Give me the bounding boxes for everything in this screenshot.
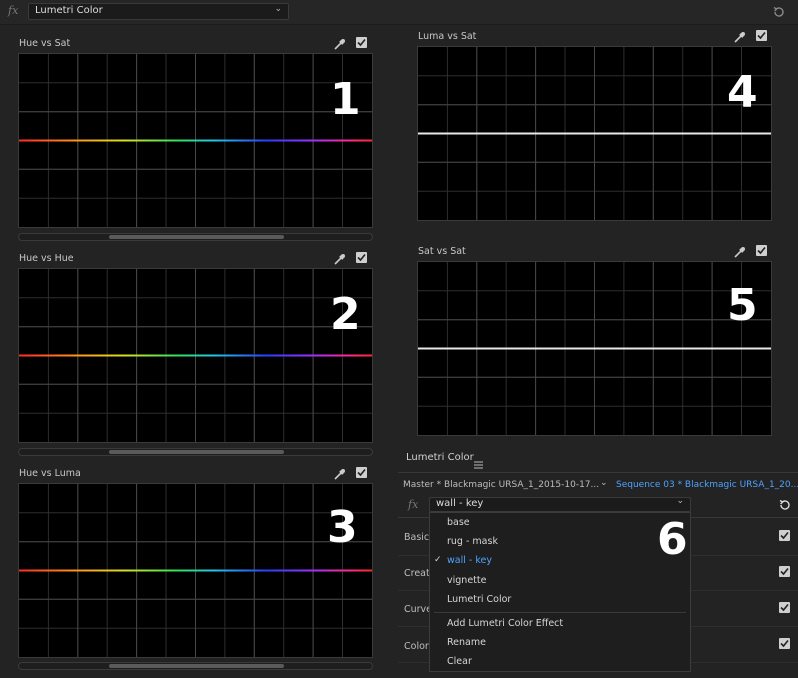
- section-curves-label[interactable]: Curve: [404, 604, 432, 615]
- luma-vs-sat-graph[interactable]: 4: [417, 46, 772, 221]
- chevron-down-icon[interactable]: ⌄: [600, 478, 608, 488]
- menu-separator: [434, 612, 686, 613]
- effect-select[interactable]: Lumetri Color ⌄: [28, 3, 289, 20]
- menu-item-base[interactable]: base: [447, 517, 470, 528]
- eyedropper-icon[interactable]: [333, 466, 346, 480]
- hue-vs-sat-checkbox[interactable]: [356, 37, 367, 48]
- hue-vs-hue-checkbox[interactable]: [356, 252, 367, 263]
- eyedropper-icon[interactable]: [733, 244, 746, 258]
- section-creative-checkbox[interactable]: [779, 566, 790, 577]
- sequence-clip-label[interactable]: Sequence 03 * Blackmagic URSA_1_20...: [616, 480, 798, 490]
- scrollbar-thumb[interactable]: [109, 664, 284, 668]
- hue-vs-hue-title: Hue vs Hue: [19, 253, 74, 264]
- hue-vs-sat-curve: [19, 139, 372, 142]
- menu-item-vignette[interactable]: vignette: [447, 575, 486, 586]
- layer-dropdown-menu: base rug - mask ✓ wall - key vignette Lu…: [429, 512, 691, 672]
- menu-item-clear[interactable]: Clear: [447, 656, 472, 667]
- checkmark-icon: ✓: [434, 555, 442, 565]
- divider: [398, 472, 798, 473]
- hue-vs-hue-graph[interactable]: 2: [18, 268, 373, 443]
- hue-vs-luma-curve: [19, 569, 372, 572]
- hue-vs-luma-graph[interactable]: 3: [18, 483, 373, 658]
- sat-vs-sat-checkbox[interactable]: [756, 245, 767, 256]
- effect-select-label: Lumetri Color: [35, 5, 103, 16]
- hue-vs-sat-title: Hue vs Sat: [19, 38, 71, 49]
- marker-4: 4: [727, 67, 758, 118]
- layer-select-label: wall - key: [436, 498, 484, 509]
- marker-2: 2: [330, 289, 361, 340]
- hue-vs-luma-checkbox[interactable]: [356, 467, 367, 478]
- hue-vs-hue-scrollbar[interactable]: [18, 448, 373, 456]
- effect-header-bar: fx Lumetri Color ⌄: [0, 0, 798, 25]
- luma-vs-sat-checkbox[interactable]: [756, 30, 767, 41]
- hue-vs-luma-scrollbar[interactable]: [18, 662, 373, 670]
- lumetri-panel-title: Lumetri Color: [406, 452, 474, 463]
- reset-icon[interactable]: [772, 4, 786, 18]
- luma-vs-sat-title: Luma vs Sat: [418, 31, 477, 42]
- marker-6: 6: [657, 514, 688, 565]
- section-color-label[interactable]: Color: [404, 641, 429, 652]
- sat-vs-sat-graph[interactable]: 5: [417, 261, 772, 436]
- sat-vs-sat-curve: [418, 347, 771, 350]
- menu-item-rug-mask[interactable]: rug - mask: [447, 536, 498, 547]
- fx-icon: fx: [8, 4, 19, 17]
- scrollbar-thumb[interactable]: [109, 235, 284, 239]
- marker-3: 3: [327, 502, 358, 553]
- hue-vs-hue-curve: [19, 354, 372, 357]
- section-curves-checkbox[interactable]: [779, 602, 790, 613]
- eyedropper-icon[interactable]: [333, 36, 346, 50]
- master-clip-label[interactable]: Master * Blackmagic URSA_1_2015-10-17...: [403, 480, 599, 490]
- menu-item-rename[interactable]: Rename: [447, 637, 486, 648]
- fx-icon[interactable]: fx: [408, 498, 418, 511]
- sat-vs-sat-title: Sat vs Sat: [418, 246, 466, 257]
- menu-item-wall-key[interactable]: wall - key: [447, 555, 492, 566]
- eyedropper-icon[interactable]: [733, 29, 746, 43]
- eyedropper-icon[interactable]: [333, 251, 346, 265]
- layer-select[interactable]: wall - key ⌄: [429, 496, 691, 512]
- luma-vs-sat-curve: [418, 132, 771, 135]
- menu-item-add-lumetri[interactable]: Add Lumetri Color Effect: [447, 618, 563, 629]
- section-basic-label[interactable]: Basic: [404, 532, 429, 543]
- hue-vs-sat-scrollbar[interactable]: [18, 233, 373, 241]
- marker-1: 1: [330, 74, 361, 125]
- menu-item-lumetri-color[interactable]: Lumetri Color: [447, 594, 511, 605]
- reset-icon[interactable]: [778, 497, 792, 511]
- chevron-down-icon: ⌄: [274, 4, 282, 14]
- hue-vs-luma-title: Hue vs Luma: [19, 468, 81, 479]
- section-color-checkbox[interactable]: [779, 638, 790, 649]
- section-basic-checkbox[interactable]: [779, 530, 790, 541]
- marker-5: 5: [727, 280, 758, 331]
- scrollbar-thumb[interactable]: [109, 450, 284, 454]
- section-creative-label[interactable]: Creat: [404, 568, 430, 579]
- hamburger-icon[interactable]: [474, 454, 483, 469]
- hue-vs-sat-graph[interactable]: 1: [18, 53, 373, 228]
- chevron-down-icon: ⌄: [676, 496, 684, 506]
